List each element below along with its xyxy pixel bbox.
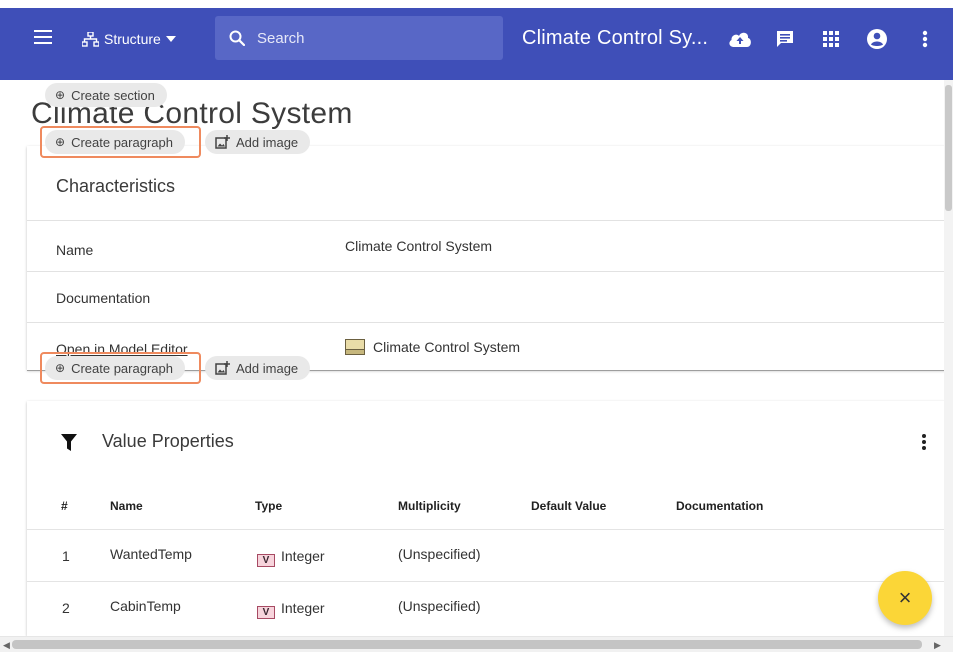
value-properties-heading: Value Properties: [102, 431, 234, 451]
row-name: CabinTemp: [110, 598, 181, 614]
property-row-documentation: Documentation: [27, 271, 946, 322]
more-vert-icon[interactable]: [921, 433, 927, 451]
add-image-button[interactable]: Add image: [205, 130, 311, 154]
add-image-label: Add image: [236, 360, 299, 376]
cloud-upload-icon[interactable]: [727, 26, 753, 52]
search-input[interactable]: [257, 29, 477, 47]
add-circle-outline-icon: ⊕: [55, 135, 66, 149]
scroll-right-arrow-icon[interactable]: ▶: [934, 640, 941, 651]
column-header-number[interactable]: #: [61, 499, 68, 513]
value-type-icon: V: [257, 554, 275, 567]
property-value: Climate Control System: [345, 238, 493, 254]
vertical-scrollbar-thumb[interactable]: [945, 85, 952, 211]
row-type: V Integer: [257, 548, 325, 567]
horizontal-scrollbar[interactable]: ◀ ▶: [0, 636, 953, 652]
search-icon: [229, 30, 245, 46]
create-section-button[interactable]: ⊕ Create section: [45, 83, 167, 107]
document-title: Climate Control Sy...: [522, 27, 709, 49]
value-properties-card: Value Properties # Name Type Multiplicit…: [27, 401, 946, 636]
value-type-icon: V: [257, 606, 275, 619]
model-editor-link[interactable]: Climate Control System: [345, 339, 520, 355]
filter-icon[interactable]: [61, 434, 77, 451]
column-header-multiplicity[interactable]: Multiplicity: [398, 499, 461, 513]
model-element-icon: [345, 339, 365, 355]
row-type: V Integer: [257, 600, 325, 619]
search-box[interactable]: [215, 16, 503, 60]
add-image-icon: [215, 361, 230, 375]
vertical-scrollbar[interactable]: [944, 80, 953, 636]
row-divider: [27, 581, 946, 582]
row-number: 1: [62, 548, 70, 564]
column-header-name[interactable]: Name: [110, 499, 143, 513]
create-paragraph-button[interactable]: ⊕ Create paragraph: [45, 130, 185, 154]
column-header-default-value[interactable]: Default Value: [531, 499, 606, 513]
apps-grid-icon[interactable]: [818, 26, 844, 52]
more-vert-icon[interactable]: [912, 26, 938, 52]
add-image-label: Add image: [236, 134, 299, 150]
menu-icon[interactable]: [34, 30, 52, 44]
model-editor-link-label: Climate Control System: [373, 339, 521, 355]
row-multiplicity: (Unspecified): [398, 598, 481, 614]
row-type-label: Integer: [281, 600, 325, 616]
create-paragraph-label: Create paragraph: [71, 134, 173, 150]
column-header-documentation[interactable]: Documentation: [676, 499, 763, 513]
create-section-label: Create section: [71, 87, 155, 103]
scroll-left-arrow-icon[interactable]: ◀: [3, 640, 10, 651]
add-circle-outline-icon: ⊕: [55, 361, 66, 375]
create-paragraph-label: Create paragraph: [71, 360, 173, 376]
add-circle-outline-icon: ⊕: [55, 88, 66, 102]
characteristics-heading: Characteristics: [56, 176, 176, 196]
account-circle-icon[interactable]: [864, 26, 890, 52]
row-name: WantedTemp: [110, 546, 192, 562]
structure-label: Structure: [104, 31, 161, 47]
sitemap-icon: [82, 31, 99, 47]
row-number: 2: [62, 600, 70, 616]
row-type-label: Integer: [281, 548, 325, 564]
caret-down-icon: [165, 36, 176, 42]
app-bar: Structure Climate Control Sy...: [0, 0, 953, 80]
close-fab-button[interactable]: ×: [878, 571, 932, 625]
property-key: Name: [56, 242, 94, 258]
property-row-name: Name Climate Control System: [27, 220, 946, 271]
comment-icon[interactable]: [772, 26, 798, 52]
horizontal-scrollbar-thumb[interactable]: [12, 640, 922, 649]
characteristics-card: Characteristics Name Climate Control Sys…: [27, 146, 946, 370]
top-strip: [0, 0, 953, 8]
structure-dropdown[interactable]: Structure: [82, 28, 176, 50]
add-image-icon: [215, 135, 230, 149]
column-header-type[interactable]: Type: [255, 499, 282, 513]
close-icon: ×: [898, 585, 912, 610]
create-paragraph-button[interactable]: ⊕ Create paragraph: [45, 356, 185, 380]
row-multiplicity: (Unspecified): [398, 546, 481, 562]
add-image-button[interactable]: Add image: [205, 356, 311, 380]
property-key: Documentation: [56, 290, 151, 306]
row-divider: [27, 529, 946, 530]
